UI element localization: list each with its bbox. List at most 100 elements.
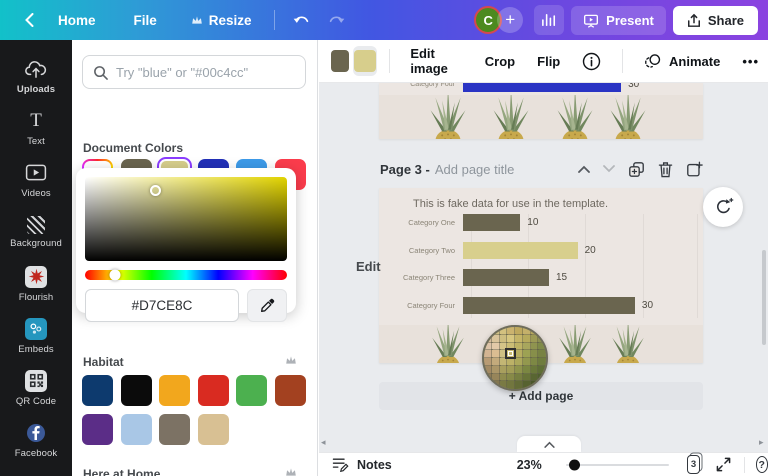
palette-color-swatch[interactable]: [274, 375, 306, 406]
insights-chart-icon[interactable]: [534, 5, 565, 35]
eyedropper-target-square: [505, 348, 516, 359]
notes-button[interactable]: Notes: [332, 457, 392, 472]
sidebar-item-uploads[interactable]: Uploads: [0, 50, 72, 102]
present-button[interactable]: Present: [571, 5, 666, 35]
page-3-title: Page 3 -: [380, 161, 430, 177]
chart-value-label: 20: [584, 244, 596, 256]
color-search[interactable]: [82, 55, 306, 89]
palette-color-swatch[interactable]: [159, 375, 190, 406]
sidebar-item-flourish[interactable]: Flourish: [0, 258, 72, 310]
zoom-percentage: 23%: [516, 457, 542, 472]
top-bar: Home File Resize C + Present Share: [0, 0, 768, 40]
more-options-button[interactable]: •••: [733, 48, 768, 75]
crop-button[interactable]: Crop: [476, 48, 524, 75]
zoom-slider-handle[interactable]: [568, 459, 580, 470]
eyedropper-button[interactable]: [247, 289, 287, 322]
background-stripes-icon: [27, 215, 45, 234]
add-page-icon[interactable]: [686, 161, 703, 178]
palette-color-swatch[interactable]: [197, 414, 229, 445]
hue-slider[interactable]: [85, 269, 287, 281]
palette-color-swatch[interactable]: [197, 375, 229, 406]
page-3-header: Page 3 - Add page title: [380, 158, 703, 180]
palette-color-swatch[interactable]: [236, 375, 267, 406]
scroll-left-arrow[interactable]: ◂: [321, 437, 326, 448]
pineapple-photo-strip[interactable]: [379, 95, 703, 139]
chart-bar[interactable]: [463, 241, 578, 259]
share-upload-icon: [687, 13, 701, 28]
palette-here-at-home-label: Here at Home: [83, 467, 161, 476]
search-icon: [93, 65, 108, 80]
element-color-swatch-olive[interactable]: [331, 50, 349, 72]
chart-bar-row[interactable]: Category Three 15: [379, 269, 567, 286]
help-button[interactable]: ?: [755, 456, 768, 473]
animate-icon: [644, 52, 662, 70]
chart-bar-row[interactable]: Category One 10: [379, 214, 538, 231]
divider: [388, 49, 390, 73]
scroll-right-arrow[interactable]: ▸: [759, 437, 764, 448]
resize-button[interactable]: Resize: [181, 7, 262, 34]
palette-color-swatch[interactable]: [120, 375, 152, 406]
redo-icon[interactable]: [321, 5, 351, 35]
vertical-scrollbar[interactable]: [762, 250, 766, 345]
chart-bar-row[interactable]: Category Four 30: [379, 296, 654, 314]
facebook-icon: [25, 422, 47, 444]
sidebar-item-text[interactable]: T Text: [0, 102, 72, 154]
fullscreen-icon[interactable]: [716, 457, 731, 472]
chart-bar-row[interactable]: Category Two 20: [379, 241, 596, 259]
chart-bar[interactable]: [463, 269, 549, 286]
file-menu[interactable]: File: [124, 7, 167, 34]
undo-icon[interactable]: [287, 5, 317, 35]
divider: [743, 456, 745, 473]
move-page-down-icon[interactable]: [603, 165, 615, 173]
edit-image-button[interactable]: Edit image: [401, 40, 471, 82]
palette-color-swatch[interactable]: [82, 414, 113, 445]
element-color-swatch-selected[interactable]: [352, 46, 377, 76]
saturation-brightness-area[interactable]: [85, 177, 287, 261]
color-selector-cursor[interactable]: [149, 184, 161, 196]
chart-bar[interactable]: [463, 296, 635, 314]
chart-category-label: Category Four: [407, 300, 455, 310]
page-2[interactable]: Category Four 30: [379, 83, 703, 139]
page-title-placeholder[interactable]: Add page title: [435, 162, 515, 177]
chart-value-label: 15: [555, 272, 568, 283]
page-count-badge[interactable]: 3: [687, 455, 700, 474]
chart-value-label: 10: [527, 217, 539, 228]
zoom-slider[interactable]: [565, 459, 670, 470]
chart-category-label: Category Two: [408, 245, 455, 255]
sidebar-item-videos[interactable]: Videos: [0, 154, 72, 206]
flip-button[interactable]: Flip: [528, 48, 569, 75]
add-member-button[interactable]: +: [497, 7, 524, 33]
animate-button[interactable]: Animate: [635, 46, 729, 76]
color-search-input[interactable]: [116, 64, 295, 80]
duplicate-page-icon[interactable]: [628, 161, 645, 178]
sidebar-item-embeds[interactable]: Embeds: [0, 310, 72, 362]
brand-kit-edit-link[interactable]: Edit: [356, 259, 381, 274]
add-page-button[interactable]: + Add page: [379, 382, 703, 410]
delete-page-icon[interactable]: [658, 161, 673, 178]
chart-caption: This is fake data for use in the templat…: [413, 198, 609, 210]
share-button[interactable]: Share: [672, 5, 758, 35]
collapse-panel-tab[interactable]: [517, 436, 581, 452]
sidebar-item-background[interactable]: Background: [0, 206, 72, 258]
sidebar-item-qr-code[interactable]: QR Code: [0, 362, 72, 414]
info-icon[interactable]: [573, 46, 610, 77]
move-page-up-icon[interactable]: [578, 165, 590, 173]
text-icon: T: [30, 109, 42, 131]
chart-value-label: 30: [641, 299, 654, 311]
uploads-cloud-icon: [25, 58, 47, 80]
back-chevron-icon[interactable]: [14, 5, 44, 35]
page2-category-four-bar[interactable]: [463, 83, 622, 92]
palette-color-swatch[interactable]: [120, 414, 152, 445]
canva-editor: Home File Resize C + Present Share Uploa…: [0, 0, 768, 476]
divider: [622, 49, 624, 73]
chart-bar[interactable]: [463, 214, 521, 231]
palette-color-swatch[interactable]: [82, 375, 113, 406]
hue-slider-handle[interactable]: [109, 269, 121, 281]
shuffle-styles-button[interactable]: [703, 187, 743, 227]
home-button[interactable]: Home: [48, 7, 106, 34]
crown-icon: [285, 467, 297, 476]
sidebar-item-facebook[interactable]: Facebook: [0, 414, 72, 466]
hex-color-input[interactable]: [85, 289, 239, 322]
palette-color-swatch[interactable]: [159, 414, 190, 445]
divider: [273, 10, 275, 30]
